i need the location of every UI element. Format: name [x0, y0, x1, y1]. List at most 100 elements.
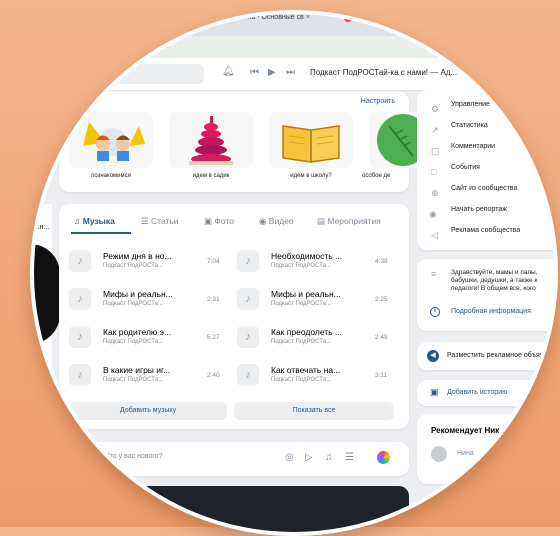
- address-bar[interactable]: [34, 36, 554, 58]
- avatar[interactable]: [431, 446, 447, 462]
- stories-card: Настроить познакомимся идем в садик идем…: [59, 92, 429, 192]
- tab-articles[interactable]: ☰ Статьи: [141, 216, 179, 227]
- track-title: Мифы и реальн...: [103, 289, 173, 299]
- sticker-meet[interactable]: [69, 112, 153, 168]
- menu-item-label[interactable]: Начать репортаж: [451, 206, 507, 213]
- previous-track-icon[interactable]: ⏮: [250, 67, 259, 78]
- recommends-title: Рекомендует Ник: [431, 426, 500, 435]
- track-title: Режим дня в но...: [103, 251, 172, 261]
- track-artist: Подкаст ПодРОСТа...: [271, 301, 331, 307]
- menu-item[interactable]: ⚙: [431, 99, 439, 117]
- menu-item[interactable]: ↗: [431, 120, 439, 138]
- track-artist: Подкаст ПодРОСТа...: [103, 301, 163, 307]
- articles-icon: ☰: [141, 216, 149, 226]
- more-info-link[interactable]: Подробная информация: [451, 308, 531, 315]
- post-input[interactable]: Что у вас нового?: [105, 453, 163, 460]
- ad-button[interactable]: ◀ Разместить рекламное объяв: [417, 342, 554, 370]
- video-icon[interactable]: ▷: [305, 452, 313, 463]
- new-post-bar[interactable]: Что у вас нового? ◎ ▷ ♫ ☰: [59, 442, 409, 476]
- stats-icon: ↗: [431, 125, 439, 135]
- video-icon: ◉: [259, 216, 267, 226]
- menu-item-label[interactable]: Комментарии: [451, 143, 495, 150]
- broadcast-icon: ◉: [429, 209, 437, 219]
- track-duration: 3:11: [375, 372, 388, 379]
- calendar-icon: ▤: [317, 216, 326, 226]
- music-note-icon: ♪: [69, 326, 91, 348]
- menu-item[interactable]: ⊕: [431, 183, 439, 201]
- globe-icon: ⊕: [431, 188, 439, 198]
- show-all-button[interactable]: Показать все: [234, 402, 394, 420]
- music-note-icon: ♪: [237, 364, 259, 386]
- track-duration: 2:31: [207, 296, 220, 303]
- article-icon[interactable]: ☰: [345, 452, 354, 463]
- next-track-icon[interactable]: ⏭: [286, 67, 295, 78]
- track-artist: Подкаст ПодРОСТа...: [103, 377, 163, 383]
- customize-link[interactable]: Настроить: [361, 98, 395, 105]
- info-line: Здравствуйте, мамы и папы,: [451, 269, 538, 276]
- events-icon: □: [431, 167, 437, 177]
- track-title: Как преодолеть ...: [271, 327, 343, 337]
- menu-item[interactable]: ◉: [429, 204, 437, 222]
- tab-music[interactable]: ♫ Музыка: [74, 216, 115, 226]
- sticker-label: познакомимся: [91, 173, 131, 179]
- clip-icon[interactable]: [377, 451, 390, 464]
- track-row[interactable]: ♪ Как отвечать на... Подкаст ПодРОСТа...…: [237, 362, 402, 388]
- sticker-school[interactable]: [269, 112, 353, 168]
- track-row[interactable]: ♪ В какие игры иг... Подкаст ПодРОСТа...…: [69, 362, 234, 388]
- music-icon[interactable]: ♫: [325, 452, 333, 463]
- menu-item-label[interactable]: Сайт из сообщества: [451, 185, 517, 192]
- track-row[interactable]: ♪ Мифы и реальн... Подкаст ПодРОСТа... 2…: [237, 286, 402, 312]
- left-column: сн...: [34, 204, 60, 364]
- close-icon[interactable]: ×: [306, 14, 310, 21]
- community-info: ≡ Здравствуйте, мамы и папы, бабушки, де…: [417, 259, 554, 331]
- track-title: Необходимость ...: [271, 251, 343, 261]
- sticker-label: идем в садик: [192, 173, 230, 179]
- bell-icon[interactable]: 🔔︎: [222, 66, 235, 77]
- menu-item[interactable]: □: [431, 162, 436, 180]
- track-duration: 4:38: [375, 258, 388, 265]
- browser-tab-2[interactable]: Яразмер: [344, 14, 379, 22]
- track-row[interactable]: ♪ Необходимость ... Подкаст ПодРОСТа... …: [237, 248, 402, 274]
- camera-icon[interactable]: ◎: [285, 452, 294, 463]
- tab-events[interactable]: ▤ Мероприятия: [317, 216, 381, 227]
- menu-item-label[interactable]: События: [451, 164, 480, 171]
- track-row[interactable]: ♪ Как преодолеть ... Подкаст ПодРОСТа...…: [237, 324, 402, 350]
- tab-video[interactable]: ◉ Видео: [259, 216, 294, 227]
- menu-item-label[interactable]: Управление: [451, 101, 490, 108]
- tab-photo[interactable]: ▣ Фото: [204, 216, 234, 227]
- dark-post-preview: [59, 486, 409, 532]
- tab-label: Фото: [214, 216, 234, 226]
- tab-label: Видео: [268, 216, 294, 226]
- story-icon: ▣: [430, 387, 439, 397]
- play-icon[interactable]: ▶: [268, 67, 276, 78]
- music-note-icon: ♪: [237, 250, 259, 272]
- comment-icon: ▢: [431, 146, 440, 156]
- add-story-button[interactable]: ▣ Добавить историю: [417, 380, 554, 406]
- recommended-user-name[interactable]: Нина: [457, 450, 474, 457]
- sticker-kindergarten[interactable]: [169, 112, 253, 168]
- magnifier-lens: подростай-ка - Основные св × Яразмер 🔔︎ …: [30, 10, 558, 536]
- menu-item-label[interactable]: Реклама сообщества: [451, 227, 520, 234]
- sticker-label: особое де: [362, 173, 391, 179]
- menu-item[interactable]: ▢: [431, 141, 440, 159]
- track-artist: Подкаст ПодРОСТа...: [271, 339, 331, 345]
- music-note-icon: ♪: [69, 250, 91, 272]
- left-column-text: сн...: [36, 224, 50, 231]
- track-artist: Подкаст ПодРОСТа...: [271, 377, 331, 383]
- megaphone-icon: ◁: [431, 230, 438, 240]
- track-duration: 2:25: [375, 296, 388, 303]
- track-row[interactable]: ♪ Мифы и реальн... Подкаст ПодРОСТа... 2…: [69, 286, 234, 312]
- menu-item-label[interactable]: Статистика: [451, 122, 488, 129]
- browser-tab-1[interactable]: подростай-ка - Основные св ×: [212, 14, 310, 21]
- track-row[interactable]: ♪ Режим дня в но... Подкаст ПодРОСТа... …: [69, 248, 234, 274]
- track-artist: Подкаст ПодРОСТа...: [271, 263, 331, 269]
- menu-item[interactable]: ◁: [431, 225, 438, 243]
- now-playing-title[interactable]: Подкаст ПодРОСТай-ка с нами! — Ад...: [310, 68, 457, 77]
- tab-label: Мероприятия: [327, 216, 381, 226]
- track-row[interactable]: ♪ Как родителю э... Подкаст ПодРОСТа... …: [69, 324, 234, 350]
- add-music-button[interactable]: Добавить музыку: [69, 402, 227, 420]
- search-input[interactable]: [64, 64, 204, 84]
- info-icon: i: [430, 307, 440, 317]
- music-note-icon: ♪: [237, 326, 259, 348]
- info-line: педагоги! В общем все, кого: [451, 285, 536, 292]
